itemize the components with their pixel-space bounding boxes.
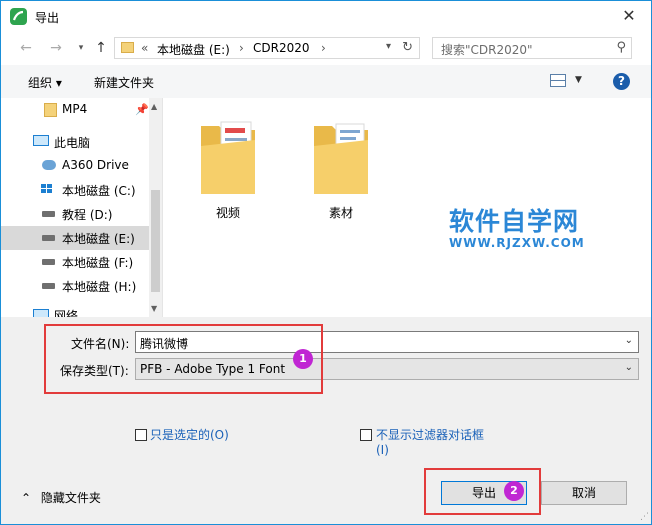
folder-icon (314, 123, 368, 194)
save-options-panel: 文件名(N): 腾讯微博 ⌄ 保存类型(T): PFB - Adobe Type… (1, 317, 651, 524)
breadcrumb-overflow[interactable]: « (141, 41, 148, 55)
folder-name: 视频 (215, 206, 240, 220)
window-title: 导出 (35, 11, 60, 25)
search-placeholder: 搜索"CDR2020" (441, 43, 533, 57)
sidebar-item-a360-drive[interactable]: A360 Drive (1, 154, 149, 178)
hide-folders-toggle[interactable]: ⌃ 隐藏文件夹 (21, 489, 101, 506)
title-bar: 导出 ✕ (1, 1, 651, 32)
sidebar-item-label: 本地磁盘 (H:) (62, 280, 137, 294)
sidebar-item-drive-f[interactable]: 本地磁盘 (F:) (1, 250, 149, 274)
search-icon[interactable]: ⚲ (616, 40, 626, 55)
scroll-up-icon[interactable]: ▲ (151, 102, 157, 111)
windows-drive-icon (41, 184, 55, 196)
sidebar-item-this-pc[interactable]: 此电脑 (1, 130, 149, 154)
folder-item-videos[interactable]: 视频 (183, 112, 273, 220)
drive-icon (42, 283, 55, 289)
only-selected-checkbox[interactable] (135, 429, 147, 441)
folder-item-materials[interactable]: 素材 (296, 112, 386, 220)
sidebar-item-drive-d[interactable]: 教程 (D:) (1, 202, 149, 226)
cancel-button[interactable]: 取消 (541, 481, 627, 505)
sidebar-item-label: 本地磁盘 (E:) (62, 232, 135, 246)
coreldraw-app-icon (10, 8, 27, 25)
help-icon[interactable]: ? (613, 73, 630, 90)
sidebar-item-label: A360 Drive (62, 158, 129, 172)
chevron-down-icon[interactable]: ⌄ (625, 335, 633, 346)
sidebar-item-mp4[interactable]: MP4 📌 (1, 98, 149, 122)
step-badge-1: 1 (293, 349, 313, 369)
no-filter-dialog-checkbox[interactable] (360, 429, 372, 441)
address-row: ← → ▾ ↑ « 本地磁盘 (E:) › CDR2020 › ▾ ↻ 搜索"C… (1, 32, 651, 65)
folder-name: 素材 (328, 206, 353, 220)
step-badge-2: 2 (504, 481, 524, 501)
sidebar-item-label: 本地磁盘 (C:) (62, 184, 136, 198)
breadcrumb-drive-e[interactable]: 本地磁盘 (E:) (157, 41, 230, 58)
scroll-down-icon[interactable]: ▼ (151, 304, 157, 313)
address-bar[interactable]: « 本地磁盘 (E:) › CDR2020 › ▾ ↻ (114, 37, 420, 59)
chevron-up-icon: ⌃ (21, 491, 32, 505)
export-dialog: 导出 ✕ ← → ▾ ↑ « 本地磁盘 (E:) › CDR2020 › ▾ ↻… (0, 0, 652, 525)
sidebar-item-label: MP4 (62, 102, 88, 116)
resize-grip-icon[interactable]: ⋰ (640, 512, 649, 522)
breadcrumb-separator-icon: › (321, 41, 326, 55)
breadcrumb-separator-icon: › (239, 41, 244, 55)
folder-icon (201, 121, 255, 194)
chevron-down-icon[interactable]: ▾ (386, 41, 391, 52)
only-selected-label[interactable]: 只是选定的(O) (150, 426, 229, 443)
drive-icon (42, 259, 55, 265)
chevron-down-icon[interactable]: ⌄ (625, 362, 633, 373)
sidebar-item-drive-h[interactable]: 本地磁盘 (H:) (1, 274, 149, 298)
navigation-pane: MP4 📌 此电脑 A360 Drive 本地磁盘 (C:) 教程 (D:) 本… (1, 98, 162, 318)
new-folder-button[interactable]: 新建文件夹 (94, 74, 154, 91)
file-list: 视频 素材 软件自学网 WWW.RJZXW.COM (162, 98, 651, 317)
sidebar-item-drive-e[interactable]: 本地磁盘 (E:) (1, 226, 149, 250)
watermark: 软件自学网 WWW.RJZXW.COM (449, 202, 585, 250)
watermark-subtitle: WWW.RJZXW.COM (449, 236, 585, 250)
up-arrow-icon[interactable]: ↑ (92, 39, 110, 57)
view-options-icon[interactable] (550, 74, 566, 87)
breadcrumb-cdr2020[interactable]: CDR2020 (253, 41, 310, 55)
computer-icon (33, 135, 49, 146)
highlight-box-filename (44, 324, 323, 394)
forward-arrow-icon[interactable]: → (47, 39, 65, 57)
cloud-drive-icon (42, 160, 56, 170)
sidebar-item-drive-c[interactable]: 本地磁盘 (C:) (1, 178, 149, 202)
watermark-title: 软件自学网 (449, 207, 580, 236)
command-bar: 组织 ▾ 新建文件夹 ▼ ? (1, 65, 651, 99)
folder-icon (121, 42, 134, 53)
back-arrow-icon[interactable]: ← (17, 39, 35, 57)
organize-menu[interactable]: 组织 ▾ (28, 74, 62, 91)
sidebar-item-label: 教程 (D:) (62, 208, 113, 222)
sidebar-item-label: 此电脑 (54, 136, 91, 150)
recent-locations-chevron-icon[interactable]: ▾ (72, 39, 90, 57)
hide-folders-label: 隐藏文件夹 (40, 491, 101, 505)
search-input[interactable]: 搜索"CDR2020" ⚲ (432, 37, 632, 59)
navigation-scrollbar[interactable]: ▲ ▼ (149, 98, 162, 317)
refresh-icon[interactable]: ↻ (402, 40, 413, 55)
chevron-down-icon[interactable]: ▼ (575, 75, 582, 85)
close-icon[interactable]: ✕ (615, 5, 643, 27)
sidebar-item-label: 本地磁盘 (F:) (62, 256, 134, 270)
no-filter-dialog-label[interactable]: 不显示过滤器对话框 (376, 426, 484, 443)
no-filter-dialog-label-line2[interactable]: (I) (376, 443, 389, 457)
drive-icon (42, 235, 55, 241)
drive-icon (42, 211, 55, 217)
scroll-thumb[interactable] (151, 190, 160, 292)
folder-icon (44, 103, 57, 117)
pin-icon[interactable]: 📌 (135, 103, 149, 116)
